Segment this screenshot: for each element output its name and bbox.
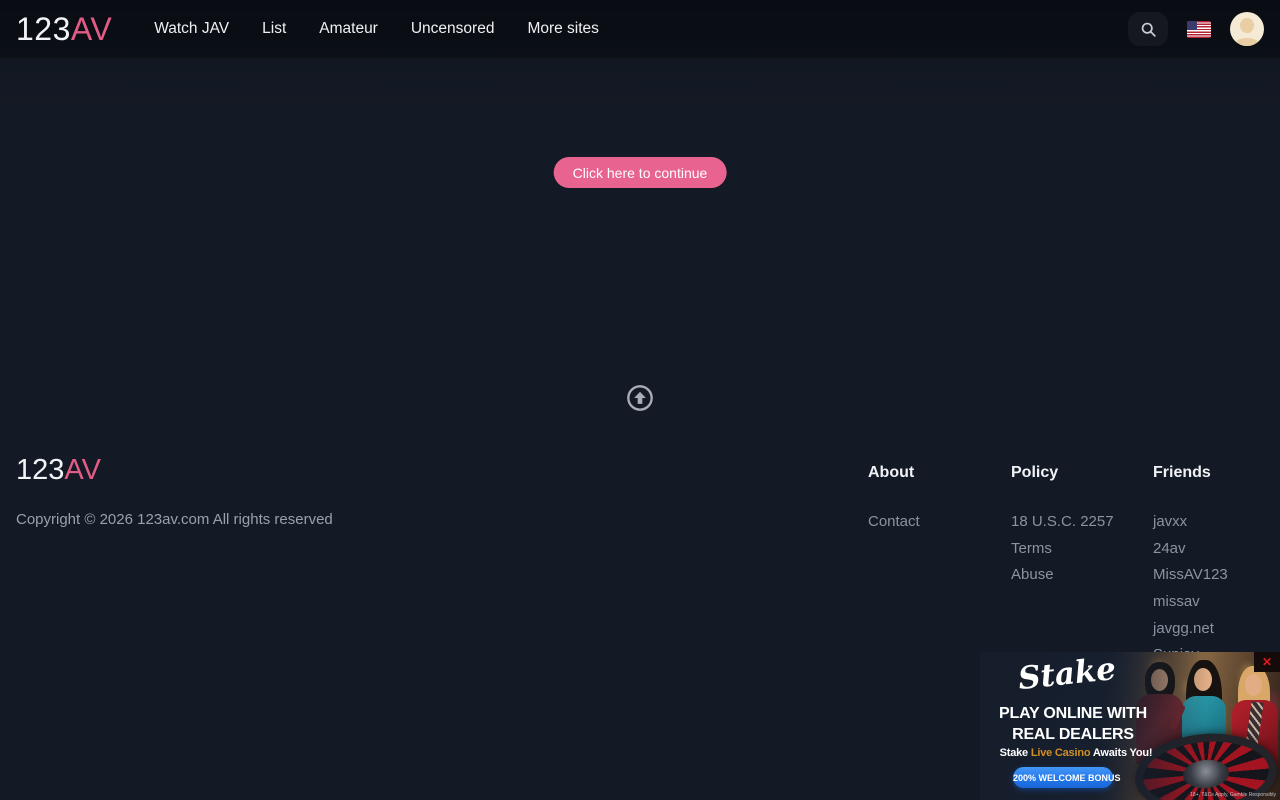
arrow-up-circle-icon: [626, 384, 654, 412]
footer-logo[interactable]: 123AV: [16, 454, 101, 487]
ad-tagline: Stake Live Casino Awaits You!: [980, 747, 1172, 759]
nav-amateur[interactable]: Amateur: [319, 20, 378, 38]
footer-heading-friends: Friends: [1153, 464, 1228, 482]
footer-column-about: About Contact: [868, 464, 920, 540]
ad-headline-line2: REAL DEALERS: [980, 726, 1166, 744]
footer-logo-text-123: 123: [16, 454, 64, 486]
logo-text-123: 123: [16, 11, 71, 47]
nav-list[interactable]: List: [262, 20, 286, 38]
avatar-shoulders-silhouette: [1234, 38, 1261, 46]
search-icon: [1140, 21, 1157, 38]
footer-link-terms[interactable]: Terms: [1011, 540, 1052, 557]
close-icon: ✕: [1262, 655, 1272, 669]
nav-more-sites[interactable]: More sites: [527, 20, 599, 38]
ad-banner[interactable]: Stake PLAY ONLINE WITH REAL DEALERS Stak…: [980, 652, 1280, 800]
site-logo[interactable]: 123AV: [16, 11, 112, 48]
footer-column-friends: Friends javxx 24av MissAV123 missav javg…: [1153, 464, 1228, 673]
footer-column-policy: Policy 18 U.S.C. 2257 Terms Abuse: [1011, 464, 1114, 593]
search-button[interactable]: [1128, 12, 1168, 46]
nav-uncensored[interactable]: Uncensored: [411, 20, 495, 38]
footer-link-24av[interactable]: 24av: [1153, 540, 1186, 557]
ad-close-button[interactable]: ✕: [1254, 652, 1280, 672]
footer-link-javgg[interactable]: javgg.net: [1153, 620, 1214, 637]
ad-tagline-highlight: Live Casino: [1031, 747, 1091, 759]
nav-watch-jav[interactable]: Watch JAV: [154, 20, 229, 38]
copyright-text: Copyright © 2026 123av.com All rights re…: [16, 511, 333, 528]
ad-headline-line1: PLAY ONLINE WITH: [980, 705, 1166, 723]
ad-cta-button[interactable]: 200% WELCOME BONUS: [1013, 767, 1113, 788]
ad-tagline-prefix: Stake: [1000, 747, 1028, 759]
continue-button[interactable]: Click here to continue: [554, 157, 727, 188]
ad-disclaimer-text: 18+, T&Cs Apply, Gamble Responsibly: [1190, 792, 1276, 798]
header-right: [1128, 0, 1264, 58]
us-flag-icon[interactable]: [1187, 21, 1211, 38]
avatar-head-silhouette: [1240, 18, 1254, 33]
main-nav: Watch JAV List Amateur Uncensored More s…: [154, 20, 599, 38]
footer-link-javxx[interactable]: javxx: [1153, 513, 1187, 530]
footer-heading-policy: Policy: [1011, 464, 1114, 482]
page-background: 123AV Watch JAV List Amateur Uncensored …: [0, 0, 1280, 800]
ad-tagline-suffix: Awaits You!: [1093, 747, 1153, 759]
footer-link-missav123[interactable]: MissAV123: [1153, 566, 1228, 583]
footer-link-contact[interactable]: Contact: [868, 513, 920, 530]
logo-text-av: AV: [71, 11, 112, 47]
scroll-to-top-button[interactable]: [626, 384, 654, 412]
footer-heading-about: About: [868, 464, 920, 482]
footer-link-missav[interactable]: missav: [1153, 593, 1200, 610]
header: 123AV Watch JAV List Amateur Uncensored …: [0, 0, 1280, 58]
footer-logo-text-av: AV: [64, 454, 101, 486]
footer-link-2257[interactable]: 18 U.S.C. 2257: [1011, 513, 1114, 530]
footer-link-abuse[interactable]: Abuse: [1011, 566, 1054, 583]
avatar[interactable]: [1230, 12, 1264, 46]
